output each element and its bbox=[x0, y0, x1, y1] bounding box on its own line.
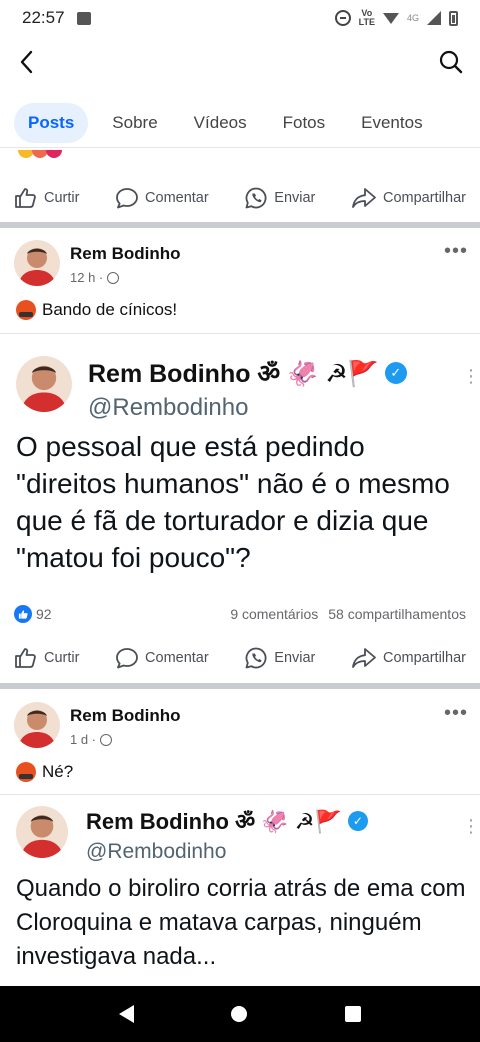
angry-face-emoji-icon bbox=[16, 762, 36, 782]
share-label: Compartilhar bbox=[382, 190, 466, 206]
send-label: Enviar bbox=[274, 190, 316, 206]
previous-post-reaction-icons bbox=[18, 150, 78, 162]
tweet-text: Quando o biroliro corria atrás de ema co… bbox=[16, 875, 466, 970]
tweet-avatar bbox=[16, 356, 72, 412]
post-author[interactable]: Rem Bodinho bbox=[70, 706, 181, 726]
verified-badge-icon: ✓ bbox=[384, 362, 407, 384]
tab-videos[interactable]: Vídeos bbox=[182, 103, 259, 143]
angry-face-emoji-icon bbox=[16, 300, 36, 320]
comments-count[interactable]: 9 comentários bbox=[230, 606, 318, 622]
tweet-author-name: Rem Bodinho ॐ 🦑 ☭🚩 bbox=[88, 360, 379, 388]
reactions-summary: 92 9 comentários 58 compartilhamentos bbox=[14, 602, 466, 626]
do-not-disturb-icon bbox=[334, 10, 351, 26]
send-button[interactable]: Enviar bbox=[244, 186, 315, 210]
more-options-icon[interactable]: ••• bbox=[444, 240, 468, 263]
reaction-count[interactable]: 92 bbox=[14, 605, 52, 623]
tweet-avatar bbox=[16, 806, 68, 858]
globe-icon bbox=[107, 271, 120, 284]
tab-posts[interactable]: Posts bbox=[14, 102, 89, 143]
search-icon[interactable] bbox=[438, 49, 464, 75]
thumbs-up-icon bbox=[15, 648, 36, 668]
wifi-icon bbox=[382, 12, 399, 24]
avatar[interactable] bbox=[14, 702, 60, 748]
like-button[interactable]: Curtir bbox=[14, 187, 79, 209]
post-time: 12 h · bbox=[70, 270, 104, 285]
comment-button[interactable]: Comentar bbox=[115, 187, 209, 209]
post-separator bbox=[0, 683, 480, 689]
top-app-bar bbox=[0, 38, 480, 86]
profile-tabs: Posts Sobre Vídeos Fotos Eventos bbox=[0, 98, 480, 148]
reaction-count-label: 92 bbox=[36, 606, 52, 622]
action-bar: Curtir Comentar Enviar Compartilhar bbox=[0, 636, 480, 680]
comment-label: Comentar bbox=[145, 190, 209, 206]
tab-about[interactable]: Sobre bbox=[100, 103, 169, 143]
back-arrow-icon[interactable] bbox=[18, 50, 36, 74]
share-button[interactable]: Compartilhar bbox=[351, 647, 466, 669]
embed-divider bbox=[0, 794, 480, 795]
status-bar: 22:57 Vo LTE 4G bbox=[0, 0, 480, 36]
tweet-header: Rem Bodinho ॐ 🦑 ☭🚩 ✓ @Rembodinho bbox=[16, 356, 407, 422]
comment-label: Comentar bbox=[145, 650, 209, 666]
globe-icon bbox=[100, 733, 113, 746]
caption-text: Né? bbox=[42, 762, 74, 781]
nav-home-icon[interactable] bbox=[231, 1006, 248, 1022]
nav-back-icon[interactable] bbox=[118, 1005, 134, 1023]
post-caption: Bando de cínicos! bbox=[16, 300, 177, 320]
signal-icon bbox=[427, 11, 441, 25]
battery-icon bbox=[449, 10, 458, 26]
system-navigation-bar bbox=[0, 986, 480, 1042]
tweet-handle: @Rembodinho bbox=[88, 394, 249, 421]
share-label: Compartilhar bbox=[382, 650, 466, 666]
gallery-notification-icon bbox=[76, 11, 91, 25]
like-button[interactable]: Curtir bbox=[14, 647, 79, 669]
tweet-header: Rem Bodinho ॐ 🦑 ☭🚩 ✓ @Rembodinho bbox=[16, 806, 368, 864]
shares-count[interactable]: 58 compartilhamentos bbox=[328, 606, 466, 622]
lte-label: LTE bbox=[358, 17, 375, 27]
post-author[interactable]: Rem Bodinho bbox=[70, 244, 181, 264]
action-bar-previous: Curtir Comentar Enviar Compartilhar bbox=[0, 176, 480, 220]
like-label: Curtir bbox=[44, 650, 80, 666]
thumbs-up-icon bbox=[15, 188, 36, 208]
tweet-text: O pessoal que está pedindo "direitos hum… bbox=[16, 431, 450, 573]
share-arrow-icon bbox=[352, 648, 376, 668]
caption-text: Bando de cínicos! bbox=[42, 300, 178, 319]
embed-divider bbox=[0, 333, 480, 334]
comment-bubble-icon bbox=[116, 188, 138, 209]
tab-events[interactable]: Eventos bbox=[349, 103, 434, 143]
tab-photos[interactable]: Fotos bbox=[271, 103, 338, 143]
nav-recents-icon[interactable] bbox=[345, 1006, 362, 1022]
whatsapp-icon bbox=[245, 647, 267, 669]
more-options-icon[interactable]: ••• bbox=[444, 702, 468, 725]
send-label: Enviar bbox=[274, 650, 316, 666]
send-button[interactable]: Enviar bbox=[244, 646, 315, 670]
tweet-more-icon: ⋮ bbox=[462, 816, 480, 836]
tweet-author-name: Rem Bodinho ॐ 🦑 ☭🚩 bbox=[86, 809, 342, 834]
tweet-more-icon: ⋮ bbox=[462, 366, 480, 386]
whatsapp-icon bbox=[245, 187, 267, 209]
comment-bubble-icon bbox=[116, 648, 138, 669]
verified-badge-icon: ✓ bbox=[347, 811, 368, 831]
like-label: Curtir bbox=[44, 190, 80, 206]
share-arrow-icon bbox=[352, 188, 376, 208]
post-caption: Né? bbox=[16, 762, 73, 782]
post-header: Rem Bodinho 12 h · bbox=[14, 240, 181, 286]
post-header: Rem Bodinho 1 d · bbox=[14, 702, 181, 748]
comment-button[interactable]: Comentar bbox=[115, 647, 209, 669]
clock: 22:57 bbox=[22, 8, 65, 27]
like-reaction-icon bbox=[14, 605, 32, 623]
post-time: 1 d · bbox=[70, 732, 97, 747]
post-separator bbox=[0, 222, 480, 228]
tweet-handle: @Rembodinho bbox=[86, 840, 227, 863]
avatar[interactable] bbox=[14, 240, 60, 286]
share-button[interactable]: Compartilhar bbox=[351, 187, 466, 209]
network-4g-label: 4G bbox=[406, 13, 419, 23]
